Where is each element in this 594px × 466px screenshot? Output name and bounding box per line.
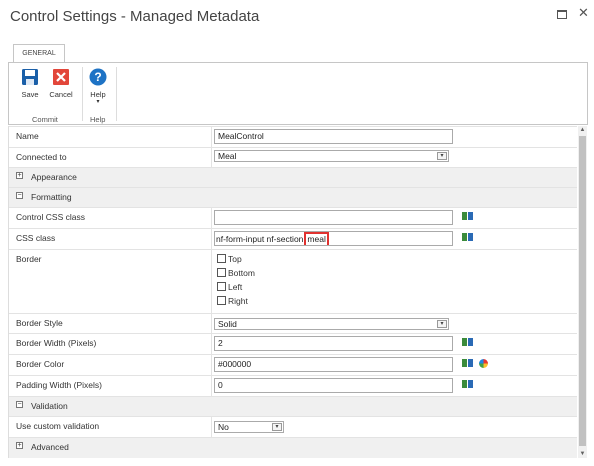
save-icon bbox=[21, 68, 39, 86]
border-style-value: Solid bbox=[218, 319, 237, 329]
chevron-down-icon: ▾ bbox=[437, 152, 447, 160]
border-color-label: Border Color bbox=[16, 359, 65, 369]
border-width-input[interactable]: 2 bbox=[214, 336, 453, 351]
border-color-input[interactable]: #000000 bbox=[214, 357, 453, 372]
expand-icon[interactable]: + bbox=[16, 172, 23, 179]
group-label-commit: Commit bbox=[32, 115, 58, 124]
validation-label: Validation bbox=[31, 401, 68, 411]
help-dropdown-caret[interactable]: ▾ bbox=[83, 99, 113, 105]
expression-builder-icon[interactable] bbox=[462, 233, 473, 241]
border-bottom-checkbox[interactable]: Bottom bbox=[217, 268, 255, 279]
border-left-label: Left bbox=[228, 282, 243, 292]
border-right-label: Right bbox=[228, 296, 248, 306]
scroll-down-icon[interactable]: ▼ bbox=[578, 451, 587, 457]
help-button[interactable]: ? Help ▾ bbox=[83, 68, 113, 105]
control-css-class-label: Control CSS class bbox=[16, 212, 85, 222]
name-input[interactable]: MealControl bbox=[214, 129, 453, 144]
css-class-highlight: meal bbox=[304, 232, 329, 245]
maximize-icon[interactable] bbox=[557, 10, 567, 19]
connected-to-select[interactable]: Meal ▾ bbox=[214, 150, 449, 162]
section-advanced[interactable]: + Advanced bbox=[9, 437, 577, 458]
row-border-width: Border Width (Pixels) 2 bbox=[9, 333, 577, 354]
border-bottom-label: Bottom bbox=[228, 268, 255, 278]
chevron-down-icon: ▾ bbox=[437, 320, 447, 328]
advanced-label: Advanced bbox=[31, 442, 69, 452]
expand-icon[interactable]: + bbox=[16, 442, 23, 449]
custom-validation-select[interactable]: No ▾ bbox=[214, 421, 284, 433]
svg-text:?: ? bbox=[94, 70, 101, 84]
custom-validation-label: Use custom validation bbox=[16, 421, 100, 431]
appearance-label: Appearance bbox=[31, 172, 77, 182]
border-style-select[interactable]: Solid ▾ bbox=[214, 318, 449, 330]
row-name: Name MealControl bbox=[9, 126, 577, 147]
border-left-checkbox[interactable]: Left bbox=[217, 282, 242, 293]
row-border-color: Border Color #000000 bbox=[9, 354, 577, 375]
connected-to-value: Meal bbox=[218, 151, 237, 161]
row-custom-validation: Use custom validation No ▾ bbox=[9, 416, 577, 437]
color-picker-icon[interactable] bbox=[479, 359, 488, 368]
ribbon-separator bbox=[116, 67, 117, 121]
css-class-value: nf-form-input nf-section bbox=[216, 234, 304, 244]
dialog-title: Control Settings - Managed Metadata bbox=[10, 8, 260, 25]
collapse-icon[interactable]: − bbox=[16, 192, 23, 199]
cancel-button[interactable]: Cancel bbox=[46, 68, 76, 99]
row-css-class: CSS class nf-form-input nf-section meal bbox=[9, 228, 577, 249]
vertical-scrollbar[interactable]: ▲ ▼ bbox=[578, 126, 587, 458]
expression-builder-icon[interactable] bbox=[462, 338, 473, 346]
save-button[interactable]: Save bbox=[15, 68, 45, 99]
border-label: Border bbox=[16, 254, 42, 264]
section-validation[interactable]: − Validation bbox=[9, 396, 577, 416]
section-appearance[interactable]: + Appearance bbox=[9, 167, 577, 187]
expression-builder-icon[interactable] bbox=[462, 359, 473, 367]
tab-general[interactable]: GENERAL bbox=[13, 44, 65, 63]
close-icon[interactable]: ✕ bbox=[578, 5, 589, 21]
save-label: Save bbox=[21, 90, 39, 99]
help-icon: ? bbox=[89, 68, 107, 86]
css-class-label: CSS class bbox=[16, 233, 56, 243]
padding-width-input[interactable]: 0 bbox=[214, 378, 453, 393]
name-label: Name bbox=[16, 131, 39, 141]
ribbon: Save Cancel ? Help ▾ Commit Help bbox=[8, 62, 588, 125]
row-control-css-class: Control CSS class bbox=[9, 207, 577, 228]
custom-validation-value: No bbox=[218, 422, 229, 432]
row-connected-to: Connected to Meal ▾ bbox=[9, 147, 577, 167]
group-label-help: Help bbox=[90, 115, 106, 124]
chevron-down-icon: ▾ bbox=[272, 423, 282, 431]
scroll-up-icon[interactable]: ▲ bbox=[578, 127, 587, 133]
border-right-checkbox[interactable]: Right bbox=[217, 296, 248, 307]
border-style-label: Border Style bbox=[16, 318, 63, 328]
cancel-label: Cancel bbox=[49, 90, 73, 99]
row-border: Border Top Bottom Left Right bbox=[9, 249, 577, 313]
help-label: Help bbox=[90, 90, 106, 99]
properties-form: Name MealControl Connected to Meal ▾ + A… bbox=[8, 126, 577, 458]
row-padding-width: Padding Width (Pixels) 0 bbox=[9, 375, 577, 396]
collapse-icon[interactable]: − bbox=[16, 401, 23, 408]
control-css-class-input[interactable] bbox=[214, 210, 453, 225]
scrollbar-thumb[interactable] bbox=[579, 136, 586, 446]
formatting-label: Formatting bbox=[31, 192, 72, 202]
row-border-style: Border Style Solid ▾ bbox=[9, 313, 577, 333]
border-width-label: Border Width (Pixels) bbox=[16, 338, 97, 348]
expression-builder-icon[interactable] bbox=[462, 212, 473, 220]
cancel-icon bbox=[52, 68, 70, 86]
border-top-label: Top bbox=[228, 254, 242, 264]
border-top-checkbox[interactable]: Top bbox=[217, 254, 242, 265]
padding-width-label: Padding Width (Pixels) bbox=[16, 380, 102, 390]
css-class-input[interactable]: nf-form-input nf-section meal bbox=[214, 231, 453, 246]
section-formatting[interactable]: − Formatting bbox=[9, 187, 577, 207]
expression-builder-icon[interactable] bbox=[462, 380, 473, 388]
connected-to-label: Connected to bbox=[16, 152, 67, 162]
